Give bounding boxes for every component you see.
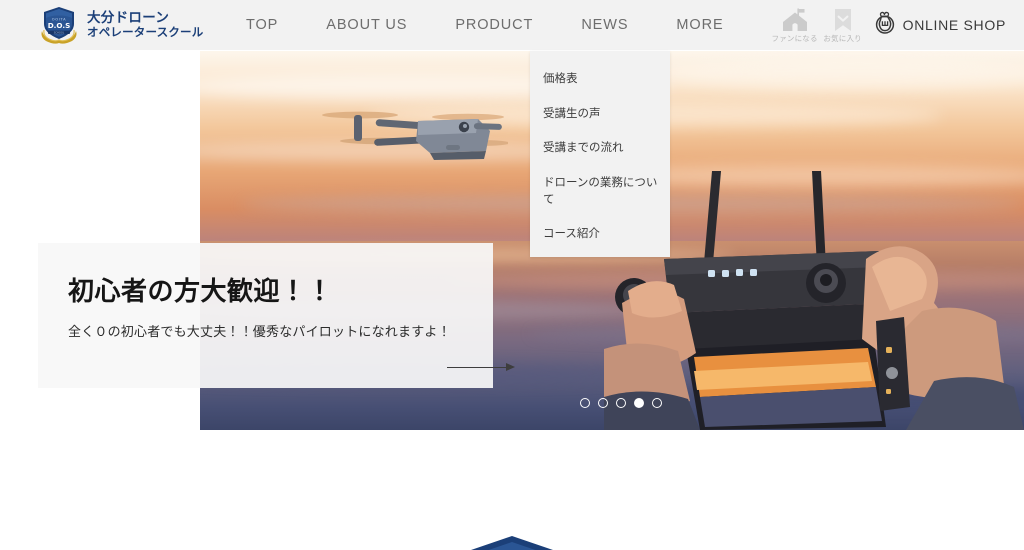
nav-item-news[interactable]: NEWS — [557, 17, 652, 33]
drone-photo-element — [318, 99, 508, 171]
arrow-line — [447, 367, 509, 368]
logo-line-2: オペレータースクール — [87, 25, 204, 40]
online-shop-label: ONLINE SHOP — [902, 17, 1006, 33]
footer-shield-crest-icon — [457, 532, 567, 550]
dropdown-item-drone-business[interactable]: ドローンの業務について — [530, 165, 670, 216]
online-shop-button[interactable]: ONLINE SHOP — [873, 11, 1006, 40]
dropdown-item-course-intro[interactable]: コース紹介 — [530, 216, 670, 251]
slider-dot-4-active[interactable] — [634, 398, 644, 408]
slider-dot-2[interactable] — [598, 398, 608, 408]
nav-item-top[interactable]: TOP — [222, 17, 302, 33]
become-fan-button[interactable]: ファンになる — [771, 6, 819, 44]
nav-item-product[interactable]: PRODUCT — [431, 17, 557, 33]
house-flag-icon — [781, 8, 809, 32]
bookmark-chevron-icon — [830, 8, 856, 32]
page-root: 初心者の方大歓迎！！ 全く０の初心者でも大丈夫！！優秀なパイロットになれますよ！… — [0, 0, 1024, 550]
svg-text:SCHOOL: SCHOOL — [54, 30, 65, 34]
slider-dot-3[interactable] — [616, 398, 626, 408]
hero-text-panel: 初心者の方大歓迎！！ 全く０の初心者でも大丈夫！！優秀なパイロットになれますよ！ — [38, 243, 493, 388]
dropdown-item-student-voices[interactable]: 受講生の声 — [530, 96, 670, 131]
nav-item-more[interactable]: MORE — [652, 17, 747, 33]
favorite-button[interactable]: お気に入り — [819, 6, 867, 44]
dropdown-item-price-list[interactable]: 価格表 — [530, 61, 670, 96]
slider-dot-5[interactable] — [652, 398, 662, 408]
logo-text: 大分ドローン オペレータースクール — [87, 10, 204, 40]
logo-line-1: 大分ドローン — [87, 10, 170, 26]
favorite-label: お気に入り — [823, 34, 862, 43]
nav-item-about-us[interactable]: ABOUT US — [302, 17, 431, 33]
site-logo[interactable]: OOITA D.O.S SCHOOL 大分ドローン オペレータースクール — [38, 4, 203, 46]
hero-subtitle: 全く０の初心者でも大丈夫！！優秀なパイロットになれますよ！ — [68, 325, 451, 340]
slider-dots[interactable] — [580, 398, 662, 408]
money-bag-icon — [873, 11, 897, 40]
header-utility-area: ファンになる お気に入り ONLINE SHOP — [771, 0, 1006, 50]
dropdown-item-enrollment-flow[interactable]: 受講までの流れ — [530, 130, 670, 165]
shield-crest-icon: OOITA D.O.S SCHOOL — [38, 5, 80, 45]
site-header: OOITA D.O.S SCHOOL 大分ドローン オペレータースクール TOP… — [0, 0, 1024, 50]
more-dropdown-menu[interactable]: 価格表 受講生の声 受講までの流れ ドローンの業務について コース紹介 — [530, 51, 670, 258]
svg-text:D.O.S: D.O.S — [48, 21, 71, 30]
hero-cta-arrow-icon[interactable] — [447, 360, 515, 374]
arrow-head — [506, 363, 515, 371]
main-navigation: TOP ABOUT US PRODUCT NEWS MORE — [222, 0, 748, 50]
become-fan-label: ファンになる — [771, 34, 818, 43]
slider-dot-1[interactable] — [580, 398, 590, 408]
hero-title: 初心者の方大歓迎！！ — [68, 277, 334, 307]
